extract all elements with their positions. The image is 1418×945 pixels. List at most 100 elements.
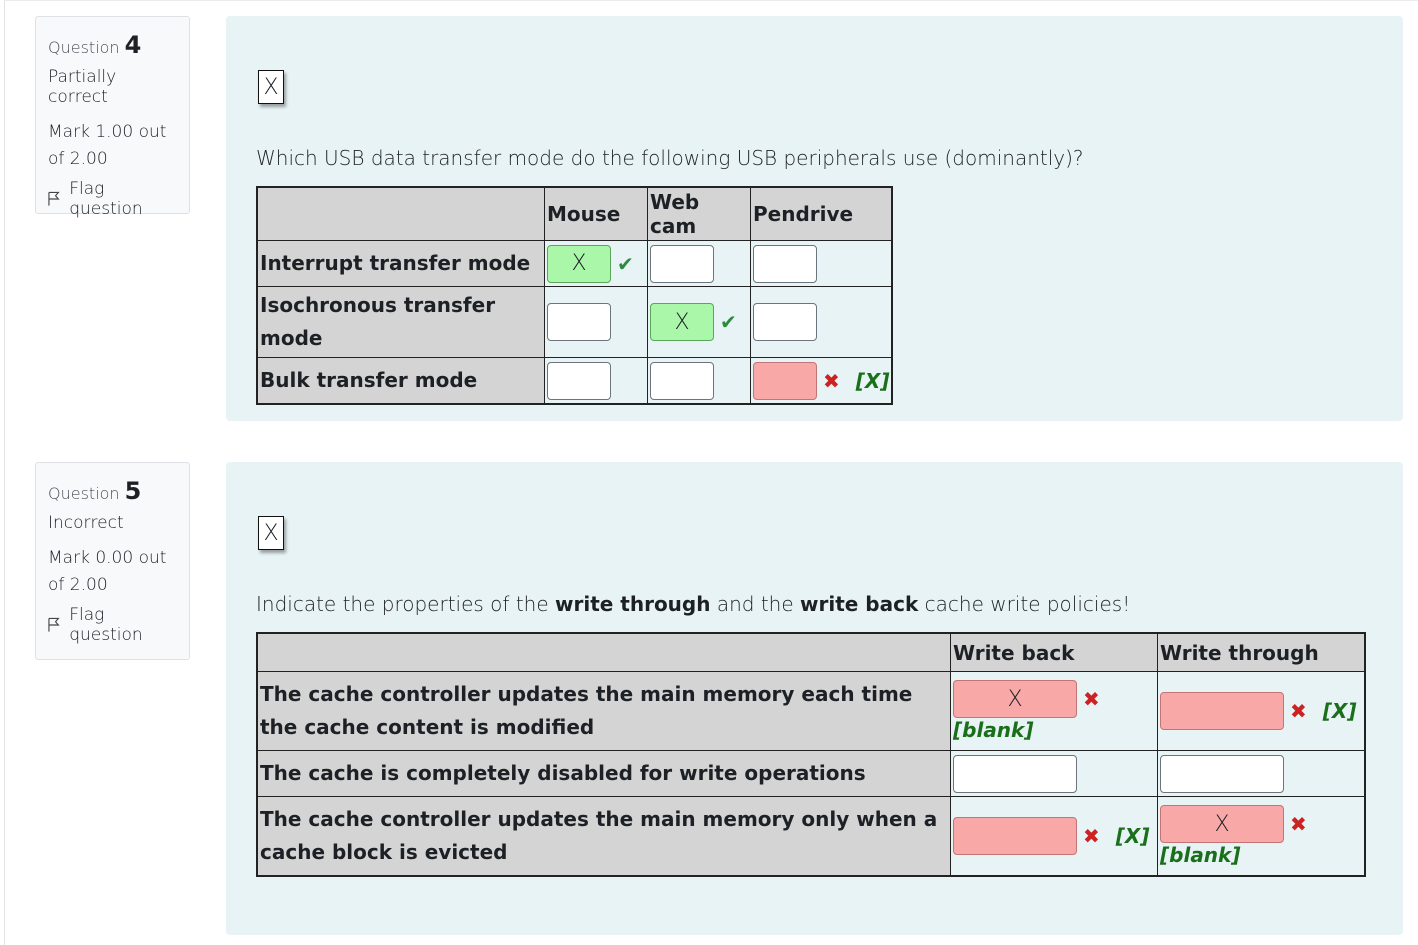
table-header-row: Mouse Web cam Pendrive: [256, 186, 893, 241]
clear-choice-button[interactable]: X: [258, 70, 284, 104]
answer-cell-line: X ✖: [1160, 805, 1362, 843]
answer-box[interactable]: X: [1160, 805, 1284, 843]
answer-cell: [950, 750, 1158, 797]
cross-icon: ✖: [1290, 699, 1307, 723]
answer-cell: [544, 357, 648, 405]
answer-cell: X ✖ [blank]: [950, 671, 1158, 751]
answer-box[interactable]: X: [650, 303, 714, 341]
answer-cell: [647, 240, 751, 287]
question-info-4: Question 4 Partially correct Mark 1.00 o…: [35, 16, 190, 219]
answer-box[interactable]: [547, 361, 611, 400]
question-text: Which USB data transfer mode do the foll…: [256, 146, 1084, 170]
answer-cell: ✖ [X]: [950, 796, 1158, 877]
column-header: Web cam: [647, 186, 751, 241]
answer-cell-content: [953, 754, 1155, 793]
answer-box[interactable]: [753, 303, 817, 341]
answer-box[interactable]: [650, 361, 714, 400]
answer-cell-line: X ✖: [953, 680, 1155, 718]
answer-box[interactable]: X: [953, 680, 1077, 718]
answer-cell: X ✔: [544, 240, 648, 287]
question-state: Incorrect: [48, 513, 124, 533]
answer-cell-content: X ✖ [blank]: [953, 680, 1155, 742]
check-icon: ✔: [617, 251, 634, 276]
question-number: Question 5: [48, 477, 177, 505]
answer-cell: [647, 357, 751, 405]
answer-cell: [544, 286, 648, 358]
answer-cell: ✖ [X]: [750, 357, 893, 405]
question-number-value: 4: [124, 31, 142, 59]
flag-question-link[interactable]: Flag question: [48, 179, 177, 219]
answer-cell-content: [753, 303, 889, 341]
column-header: Write back: [950, 632, 1158, 672]
row-label: The cache controller updates the main me…: [256, 671, 951, 751]
table-header-row: Write back Write through: [256, 632, 1366, 672]
table-row: The cache controller updates the main me…: [256, 671, 1366, 751]
answer-cell-line: [650, 361, 748, 400]
flag-question-link[interactable]: Flag question: [48, 605, 177, 645]
page-left-border: [4, 0, 5, 945]
answer-cell-line: [753, 244, 889, 283]
answer-cell-line: [1160, 754, 1362, 793]
correct-answer-hint: [blank]: [953, 718, 1034, 742]
answer-box[interactable]: [1160, 692, 1284, 730]
answer-cell-line: X ✔: [650, 303, 748, 341]
answer-box[interactable]: [953, 754, 1077, 793]
answer-cell-content: ✖ [X]: [753, 361, 890, 400]
cross-icon: ✖: [823, 368, 840, 393]
answer-cell-line: [650, 244, 748, 283]
answer-box[interactable]: X: [547, 244, 611, 283]
answer-box[interactable]: [547, 303, 611, 341]
column-header: Write through: [1157, 632, 1366, 672]
column-header: Pendrive: [750, 186, 893, 241]
answer-box[interactable]: [753, 361, 817, 400]
answer-cell: X ✔: [647, 286, 751, 358]
question-text-part: cache write policies!: [918, 592, 1131, 616]
answer-box[interactable]: [753, 244, 817, 283]
answer-cell-content: X ✔: [547, 244, 645, 283]
flag-icon: [48, 617, 60, 632]
question-text-part: and the: [710, 592, 801, 616]
correct-answer-hint: [X]: [855, 368, 890, 393]
answer-cell: [1157, 750, 1366, 797]
question-text-bold: write back: [800, 592, 919, 616]
question-number-value: 5: [124, 477, 142, 505]
row-label: Interrupt transfer mode: [256, 240, 545, 287]
answer-box[interactable]: [953, 817, 1077, 855]
answer-cell-line: [753, 303, 889, 341]
clear-choice-button[interactable]: X: [258, 516, 284, 550]
row-label: Bulk transfer mode: [256, 357, 545, 405]
answer-box[interactable]: [650, 244, 714, 283]
answer-cell-line: ✖ [X]: [753, 361, 890, 400]
question-label: Question: [48, 38, 120, 57]
answer-cell-line: [953, 754, 1155, 793]
answer-cell: X ✖ [blank]: [1157, 796, 1366, 877]
correct-answer-hint: [blank]: [1160, 843, 1241, 867]
answer-matrix: Write back Write through The cache contr…: [256, 632, 1366, 877]
question-text-part: Indicate the properties of the: [256, 592, 555, 616]
flag-icon: [48, 191, 60, 206]
cross-icon: ✖: [1083, 687, 1100, 711]
answer-cell-content: [547, 303, 645, 341]
answer-box[interactable]: [1160, 754, 1284, 793]
answer-cell-content: X ✔: [650, 303, 748, 341]
header-corner-cell: [256, 186, 545, 241]
table-row: Interrupt transfer mode X ✔: [256, 240, 893, 287]
answer-cell: [750, 286, 893, 358]
flag-question-label: Flag question: [69, 179, 143, 219]
table-row: The cache is completely disabled for wri…: [256, 750, 1366, 797]
check-icon: ✔: [720, 310, 737, 334]
correct-answer-hint: [X]: [1322, 699, 1357, 723]
question-state: Partially correct: [48, 67, 117, 107]
correct-answer-hint: [X]: [1115, 824, 1150, 848]
answer-cell-content: [547, 361, 645, 400]
answer-cell-content: ✖ [X]: [953, 817, 1155, 855]
row-label: The cache controller updates the main me…: [256, 796, 951, 877]
row-label: Isochronous transfer mode: [256, 286, 545, 358]
answer-cell-content: [650, 244, 748, 283]
page-top-border: [4, 0, 1418, 1]
answer-cell-content: [753, 244, 889, 283]
answer-cell-content: X ✖ [blank]: [1160, 805, 1362, 867]
question-grade: Mark 0.00 out of 2.00: [48, 548, 167, 595]
header-corner-cell: [256, 632, 951, 672]
table-row: The cache controller updates the main me…: [256, 796, 1366, 877]
